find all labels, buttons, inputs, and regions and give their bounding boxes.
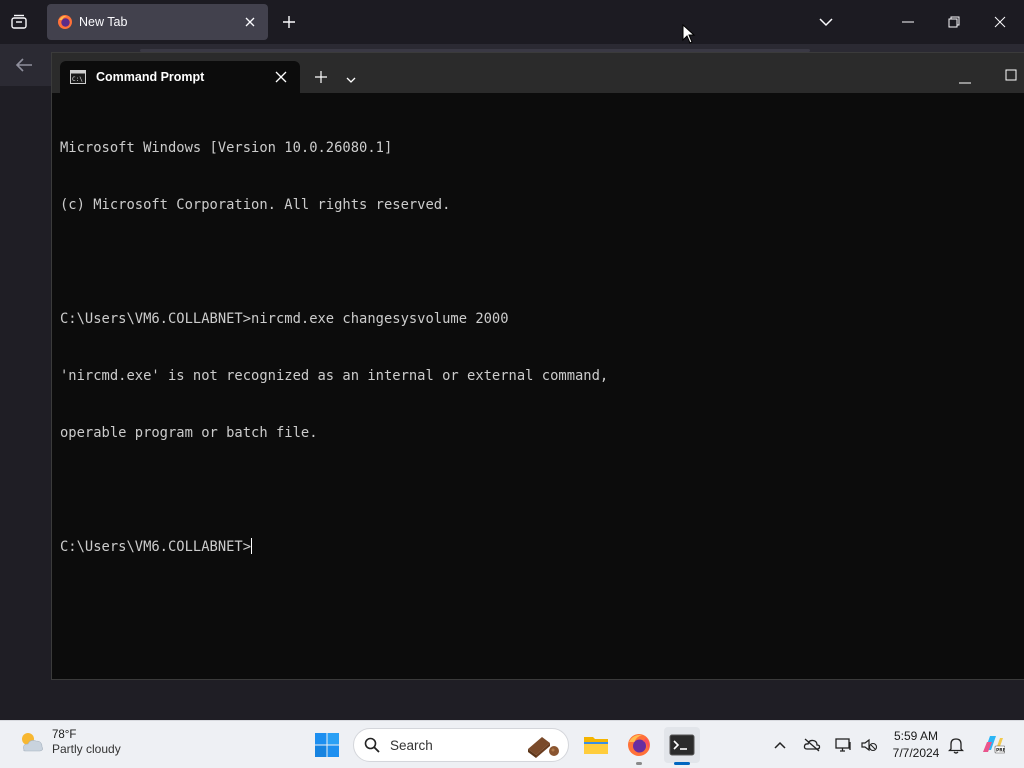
active-indicator	[674, 762, 690, 765]
text-cursor	[251, 538, 253, 554]
minimize-icon[interactable]	[958, 72, 972, 84]
volume-muted-icon[interactable]	[860, 736, 878, 754]
clock-time: 5:59 AM	[893, 729, 939, 743]
bell-icon[interactable]	[947, 736, 965, 754]
terminal-output[interactable]: Microsoft Windows [Version 10.0.26080.1]…	[60, 101, 1010, 671]
terminal-tab-label: Command Prompt	[96, 70, 205, 84]
minimize-icon[interactable]	[898, 12, 918, 32]
browser-titlebar: New Tab	[0, 0, 1024, 44]
onedrive-offline-icon[interactable]	[803, 736, 821, 754]
browser-tab-new-tab[interactable]: New Tab	[47, 4, 268, 40]
list-all-tabs-icon[interactable]	[818, 14, 834, 30]
terminal-window: C:\ Command Prompt Microsoft Windows [Ve…	[51, 52, 1024, 680]
file-explorer-icon[interactable]	[578, 727, 614, 763]
search-icon	[364, 737, 380, 753]
firefox-favicon-icon	[57, 14, 73, 30]
chevron-down-icon[interactable]	[345, 72, 357, 83]
terminal-icon[interactable]	[664, 727, 700, 765]
terminal-titlebar: C:\ Command Prompt	[52, 53, 1024, 93]
terminal-line: operable program or batch file.	[60, 425, 318, 441]
partly-cloudy-icon	[16, 728, 46, 756]
mouse-pointer-icon	[682, 23, 696, 44]
svg-text:PRE: PRE	[996, 748, 1005, 754]
close-tab-icon[interactable]	[242, 14, 258, 30]
taskbar: 78°F Partly cloudy Search 5:59 AM 7/7/20…	[0, 720, 1024, 768]
close-window-icon[interactable]	[990, 12, 1010, 32]
firefox-icon[interactable]	[621, 727, 657, 765]
terminal-line: Microsoft Windows [Version 10.0.26080.1]	[60, 140, 393, 156]
start-icon[interactable]	[313, 731, 341, 759]
running-indicator	[636, 762, 642, 765]
terminal-line: (c) Microsoft Corporation. All rights re…	[60, 197, 451, 213]
terminal-prompt-line[interactable]: C:\Users\VM6.COLLABNET>	[60, 538, 1010, 557]
search-placeholder: Search	[390, 737, 433, 753]
terminal-line: 'nircmd.exe' is not recognized as an int…	[60, 368, 609, 384]
clock-date: 7/7/2024	[892, 746, 940, 760]
terminal-prompt: C:\Users\VM6.COLLABNET>	[60, 539, 252, 555]
svg-text:C:\: C:\	[72, 76, 83, 83]
maximize-icon[interactable]	[1005, 68, 1017, 81]
weather-temperature: 78°F	[52, 728, 77, 741]
restore-icon[interactable]	[944, 12, 964, 32]
firefox-view-icon[interactable]	[8, 12, 30, 32]
system-clock[interactable]: 5:59 AM 7/7/2024	[884, 729, 948, 760]
terminal-line: C:\Users\VM6.COLLABNET>nircmd.exe change…	[60, 311, 509, 327]
back-arrow-icon[interactable]	[14, 56, 34, 74]
search-highlight-chocolate-icon	[524, 731, 564, 759]
browser-tab-label: New Tab	[79, 15, 128, 29]
chevron-up-icon[interactable]	[771, 736, 789, 754]
taskbar-search[interactable]: Search	[353, 728, 569, 762]
new-terminal-tab-icon[interactable]	[314, 70, 328, 84]
terminal-tab-command-prompt[interactable]: C:\ Command Prompt	[60, 61, 300, 93]
close-tab-icon[interactable]	[274, 70, 288, 84]
copilot-icon[interactable]: PRE	[981, 732, 1005, 756]
cmd-icon: C:\	[70, 70, 86, 84]
weather-widget[interactable]: 78°F Partly cloudy	[16, 728, 121, 756]
new-tab-button[interactable]	[280, 13, 298, 31]
display-icon[interactable]	[835, 736, 853, 754]
weather-condition: Partly cloudy	[52, 741, 121, 756]
